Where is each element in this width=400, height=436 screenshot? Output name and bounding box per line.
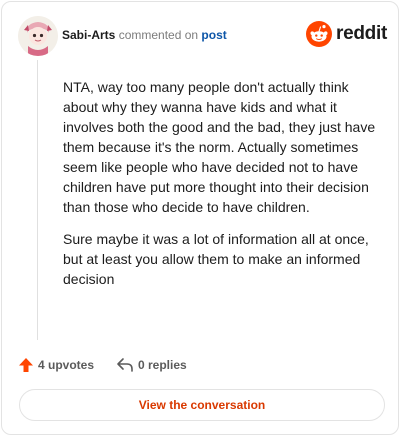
comment-paragraph-1: NTA, way too many people don't actually … — [63, 79, 376, 215]
reddit-snoo-icon — [306, 21, 332, 47]
comment-body: NTA, way too many people don't actually … — [63, 77, 383, 301]
reply-count: 0 replies — [138, 358, 187, 372]
comment-paragraph-2: Sure maybe it was a lot of information a… — [63, 231, 369, 287]
upvote-count: 4 upvotes — [38, 358, 95, 372]
view-conversation-button[interactable]: View the conversation — [19, 389, 385, 421]
post-link[interactable]: post — [201, 28, 226, 42]
author-username[interactable]: Sabi-Arts — [62, 28, 115, 42]
upvote-arrow-icon — [19, 358, 33, 372]
thread-line — [37, 60, 38, 340]
byline: Sabi-Arts commented on post — [62, 27, 227, 43]
upvote-button[interactable]: 4 upvotes — [18, 355, 94, 375]
avatar-illustration-icon — [18, 16, 58, 56]
reply-button[interactable]: 0 replies — [116, 355, 187, 375]
reddit-logo[interactable]: reddit — [306, 21, 387, 47]
byline-action: commented on — [118, 28, 199, 42]
comment-card: Sabi-Arts commented on post reddit NTA, … — [1, 1, 399, 435]
reddit-wordmark: reddit — [336, 23, 387, 44]
avatar[interactable] — [18, 16, 58, 56]
comment-actions: 4 upvotes 0 replies — [18, 355, 384, 375]
comment-header: Sabi-Arts commented on post reddit — [18, 16, 387, 56]
reply-arrow-icon — [117, 358, 133, 372]
